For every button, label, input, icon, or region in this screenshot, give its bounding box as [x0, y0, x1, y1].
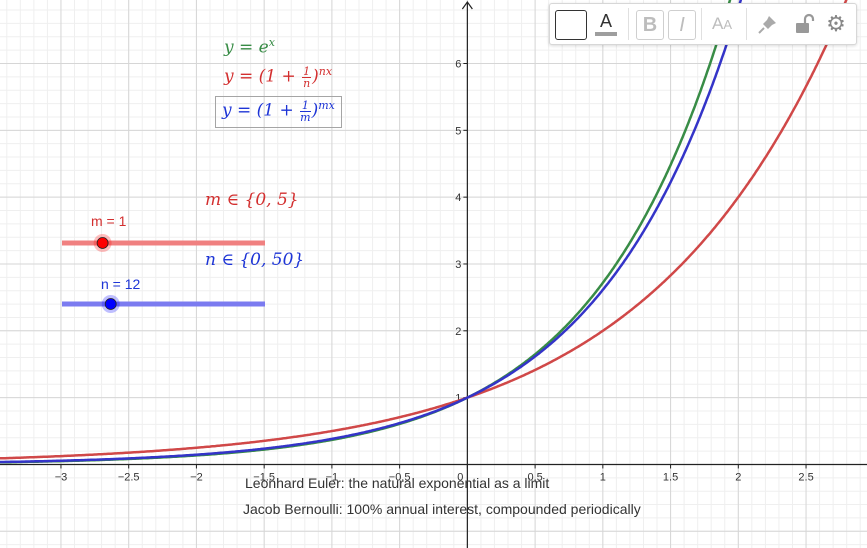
m-range-text: m ∈ {0, 5}: [205, 190, 299, 210]
x-tick-label: 1.5: [663, 471, 678, 483]
gear-icon[interactable]: ⚙: [822, 10, 850, 38]
text-style-icon: A: [599, 10, 612, 31]
caption-euler: Leonhard Euler: the natural exponential …: [245, 475, 550, 491]
y-tick-label: 5: [455, 125, 461, 137]
x-tick-label: −3: [55, 471, 68, 483]
curve-exp[interactable]: [0, 0, 738, 464]
slider-m-label: m = 1: [91, 213, 127, 229]
caption-bernoulli: Jacob Bernoulli: 100% annual interest, c…: [243, 501, 641, 517]
lock-button[interactable]: [790, 10, 818, 38]
style-toolbar: A B I AA ⚙: [549, 3, 857, 45]
graphics-view[interactable]: −3 −2.5 −2 −1.5 −1 −0.5 0 0.5 1 1.5 2 2.5123456: [0, 0, 867, 548]
x-tick-label: −2.5: [118, 471, 140, 483]
slider-m-handle[interactable]: [96, 237, 109, 249]
n-range-text: n ∈ {0, 50}: [205, 250, 305, 270]
y-tick-label: 2: [455, 326, 461, 338]
slider-n-label: n = 12: [101, 276, 141, 292]
y-tick-label: 6: [455, 58, 461, 70]
formula-n: y = (1 + 1 n)nx: [224, 64, 333, 90]
formula-m[interactable]: y = (1 + 1 m)mx: [215, 96, 342, 128]
unlock-icon: [796, 13, 815, 33]
color-swatch-icon[interactable]: [555, 10, 587, 40]
x-tick-label: 1: [600, 471, 606, 483]
formula-exp: y = ex: [224, 36, 275, 58]
y-tick-label: 4: [455, 192, 461, 204]
graphing-app: −3 −2.5 −2 −1.5 −1 −0.5 0 0.5 1 1.5 2 2.5 1 2 3 4 5 6 A B…: [0, 0, 867, 548]
x-tick-label: −2: [190, 471, 203, 483]
text-size-button[interactable]: AA: [707, 10, 737, 38]
text-size-icon: AA: [711, 14, 732, 33]
bold-button[interactable]: B: [636, 10, 664, 40]
pin-button[interactable]: [754, 10, 782, 38]
y-tick-label: 3: [455, 259, 461, 271]
italic-button[interactable]: I: [668, 10, 696, 40]
x-tick-label: 2.5: [798, 471, 813, 483]
text-style-button[interactable]: A: [592, 10, 620, 38]
x-tick-label: 2: [735, 471, 741, 483]
pin-icon: [758, 16, 776, 34]
slider-n-handle[interactable]: [104, 298, 117, 310]
